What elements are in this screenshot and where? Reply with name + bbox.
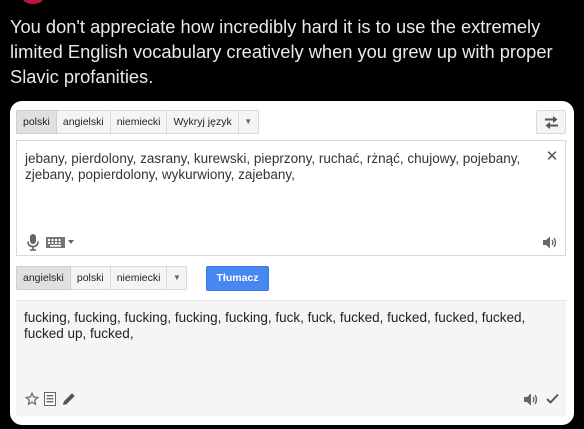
source-lang-niemiecki[interactable]: niemiecki: [110, 110, 168, 134]
star-icon[interactable]: [25, 392, 39, 406]
microphone-icon[interactable]: [27, 234, 39, 251]
target-lang-polski[interactable]: polski: [70, 266, 111, 290]
avatar[interactable]: [22, 0, 44, 4]
speaker-icon[interactable]: [543, 236, 558, 249]
chevron-down-icon[interactable]: [68, 240, 74, 244]
translate-button[interactable]: Tłumacz: [206, 266, 269, 291]
swap-languages-button[interactable]: [536, 110, 566, 134]
translator-card: polski angielski niemiecki Wykryj język …: [10, 101, 574, 425]
source-lang-polski[interactable]: polski: [16, 110, 57, 134]
chevron-down-icon: ▼: [173, 273, 181, 282]
clear-icon[interactable]: ✕: [545, 149, 559, 164]
source-text[interactable]: jebany, pierdolony, zasrany, kurewski, p…: [25, 151, 535, 183]
chevron-down-icon: ▼: [244, 117, 253, 126]
target-lang-dropdown[interactable]: ▼: [167, 266, 188, 290]
source-lang-angielski[interactable]: angielski: [56, 110, 111, 134]
result-text: fucking, fucking, fucking, fucking, fuck…: [24, 310, 526, 341]
source-language-bar: polski angielski niemiecki Wykryj język …: [16, 110, 259, 134]
phrasebook-icon[interactable]: [44, 392, 56, 406]
edit-pencil-icon[interactable]: [62, 392, 76, 406]
source-text-area[interactable]: jebany, pierdolony, zasrany, kurewski, p…: [16, 140, 566, 256]
swap-languages-icon: [545, 116, 558, 129]
post-caption: You don't appreciate how incredibly hard…: [10, 16, 553, 87]
speaker-icon[interactable]: [524, 393, 539, 406]
target-lang-angielski[interactable]: angielski: [16, 266, 71, 290]
target-language-bar: angielski polski niemiecki ▼: [16, 266, 188, 290]
source-lang-detect[interactable]: Wykryj język: [167, 110, 239, 134]
target-lang-niemiecki[interactable]: niemiecki: [110, 266, 168, 290]
keyboard-icon[interactable]: [46, 237, 65, 248]
checkmark-icon[interactable]: [546, 393, 559, 404]
translation-result: fucking, fucking, fucking, fucking, fuck…: [16, 300, 566, 416]
source-lang-dropdown[interactable]: ▼: [238, 110, 259, 134]
